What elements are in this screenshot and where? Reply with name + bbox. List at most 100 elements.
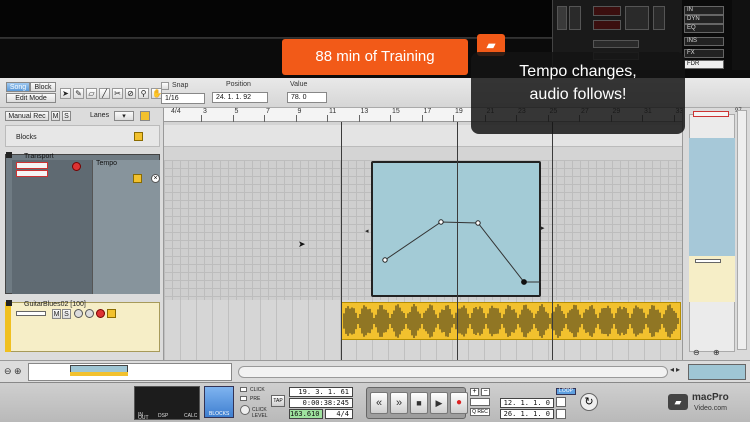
guitar-track-header[interactable]	[5, 302, 160, 352]
fast-forward-icon[interactable]: »	[390, 392, 408, 414]
song-mode-button[interactable]: Song	[6, 82, 30, 92]
monitor-icon[interactable]	[74, 309, 83, 318]
fader-knob[interactable]	[569, 6, 581, 30]
tempo-point[interactable]	[521, 279, 527, 285]
mute-tool-icon[interactable]: ⊘	[125, 88, 136, 99]
track-edit-icon[interactable]	[107, 309, 116, 318]
loop-right-set-icon[interactable]	[556, 409, 566, 419]
lanes-select[interactable]: ▾	[114, 111, 134, 121]
marker-nav-icon[interactable]	[470, 398, 490, 406]
edit-mode-button[interactable]: Edit Mode	[6, 93, 56, 103]
tap-button[interactable]: TAP	[271, 395, 285, 407]
mixer-label-fx[interactable]: FX	[684, 49, 724, 58]
snap-label: Snap	[172, 82, 189, 89]
vertical-scrollbar[interactable]	[737, 110, 747, 350]
tempo-point[interactable]	[475, 220, 481, 226]
quantize-record-button[interactable]: Q REC	[470, 408, 490, 416]
song-overview[interactable]	[28, 363, 232, 381]
track-volume-slider[interactable]	[16, 311, 46, 316]
mouse-cursor-icon: ➤	[298, 239, 306, 249]
channel-fader[interactable]	[653, 6, 665, 30]
click-level-knob[interactable]	[240, 405, 250, 415]
global-solo-button[interactable]: S	[62, 111, 71, 121]
track-overview-panel: 97 ⊖ ⊕	[682, 108, 750, 360]
h-zoom-in-icon[interactable]: ⊕	[14, 366, 22, 377]
mixer-label-ins[interactable]: INS	[684, 37, 724, 46]
rewind-icon[interactable]: «	[370, 392, 388, 414]
global-mute-button[interactable]: M	[51, 111, 60, 121]
ruler-tick	[232, 115, 234, 122]
position-time-display[interactable]: 0:00:38:245	[289, 398, 353, 408]
ruler-time-signature: 4/4	[171, 108, 181, 115]
razor-tool-icon[interactable]: ✂	[112, 88, 123, 99]
tempo-display[interactable]: 163.610	[289, 409, 323, 419]
mixer-label-eq[interactable]: EQ	[684, 24, 724, 33]
mixer-section-labels: IN DYN EQ INS FX FDR	[684, 6, 730, 70]
lanes-label: Lanes	[90, 112, 110, 119]
input-icon[interactable]	[85, 309, 94, 318]
transport-time-display-2	[16, 170, 48, 177]
mixer-label-in[interactable]: IN	[684, 6, 724, 15]
position-field[interactable]: 24. 1. 1. 92	[212, 92, 268, 103]
scroll-right-icon[interactable]: ▸	[676, 365, 680, 374]
value-field[interactable]: 78. 0	[287, 92, 327, 103]
clip-left-handle-icon[interactable]: ◂	[365, 227, 369, 235]
overview-scroll-row: ⊖ ⊕ ◂ ▸	[0, 360, 750, 382]
zoom-out-icon[interactable]: ⊖	[693, 348, 700, 357]
guitar-collapse-icon[interactable]	[6, 300, 12, 306]
lanes-toggle[interactable]	[140, 111, 150, 121]
pencil-tool-icon[interactable]: ✎	[73, 88, 84, 99]
transport-collapse-icon[interactable]	[6, 152, 12, 158]
mixer-label-fdr[interactable]: FDR	[684, 60, 724, 69]
track-record-icon[interactable]	[96, 309, 105, 318]
stop-icon[interactable]: ■	[410, 392, 428, 414]
tempo-curve[interactable]	[371, 161, 571, 321]
ruler-tick-label: 19	[455, 108, 463, 115]
line-tool-icon[interactable]: ╱	[99, 88, 110, 99]
snap-select[interactable]: 1/16	[161, 93, 205, 104]
tool-mode-switch[interactable]	[688, 364, 746, 380]
zoom-in-icon[interactable]: ⊕	[713, 348, 720, 357]
locator-right-line	[552, 122, 553, 360]
overview-volume-slider[interactable]	[695, 259, 721, 263]
tempo-edit-icon[interactable]	[133, 174, 142, 183]
arrangement-area[interactable]: ◂ ▸ ➤	[164, 122, 682, 360]
precount-toggle[interactable]	[240, 396, 247, 401]
insert-slot[interactable]	[593, 40, 639, 48]
audio-clip[interactable]	[341, 302, 681, 340]
horizontal-scrollbar[interactable]	[238, 366, 668, 378]
rack-divider	[0, 38, 552, 39]
sync-icon[interactable]: ↻	[580, 393, 598, 411]
loop-left-display[interactable]: 12. 1. 1. 0	[500, 398, 554, 408]
magnify-tool-icon[interactable]: ⚲	[138, 88, 149, 99]
add-marker-icon[interactable]: +	[470, 388, 479, 396]
arrow-tool-icon[interactable]: ➤	[60, 88, 71, 99]
record-arm-icon[interactable]	[72, 162, 81, 171]
eraser-tool-icon[interactable]: ▱	[86, 88, 97, 99]
close-icon[interactable]: ×	[151, 174, 160, 183]
h-zoom-out-icon[interactable]: ⊖	[4, 366, 12, 377]
position-bars-display[interactable]: 19. 3. 1. 61	[289, 387, 353, 397]
click-toggle[interactable]	[240, 387, 247, 392]
remove-marker-icon[interactable]: −	[481, 388, 490, 396]
loop-right-display[interactable]: 26. 1. 1. 0	[500, 409, 554, 419]
track-solo-button[interactable]: S	[62, 309, 71, 319]
loop-left-set-icon[interactable]	[556, 397, 566, 407]
channel-panel[interactable]	[625, 6, 649, 30]
manual-rec-button[interactable]: Manual Rec	[5, 111, 49, 121]
mixer-label-dyn[interactable]: DYN	[684, 15, 724, 24]
track-mute-button[interactable]: M	[52, 309, 61, 319]
snap-checkbox[interactable]	[161, 82, 169, 90]
blocks-edit-icon[interactable]	[134, 132, 143, 141]
play-icon[interactable]: ▶	[430, 392, 448, 414]
scroll-left-icon[interactable]: ◂	[670, 365, 674, 374]
block-mode-button[interactable]: Block	[30, 82, 56, 92]
tempo-point[interactable]	[438, 219, 444, 225]
blocks-track-header[interactable]: Blocks	[5, 125, 160, 147]
ruler-tick-label: 13	[360, 108, 369, 115]
record-icon[interactable]: ●	[450, 392, 468, 414]
loop-button[interactable]: LOOP	[556, 388, 576, 395]
signature-display[interactable]: 4/4	[325, 409, 353, 419]
tempo-point[interactable]	[382, 257, 388, 263]
ruler-tick-label: 17	[423, 108, 432, 115]
